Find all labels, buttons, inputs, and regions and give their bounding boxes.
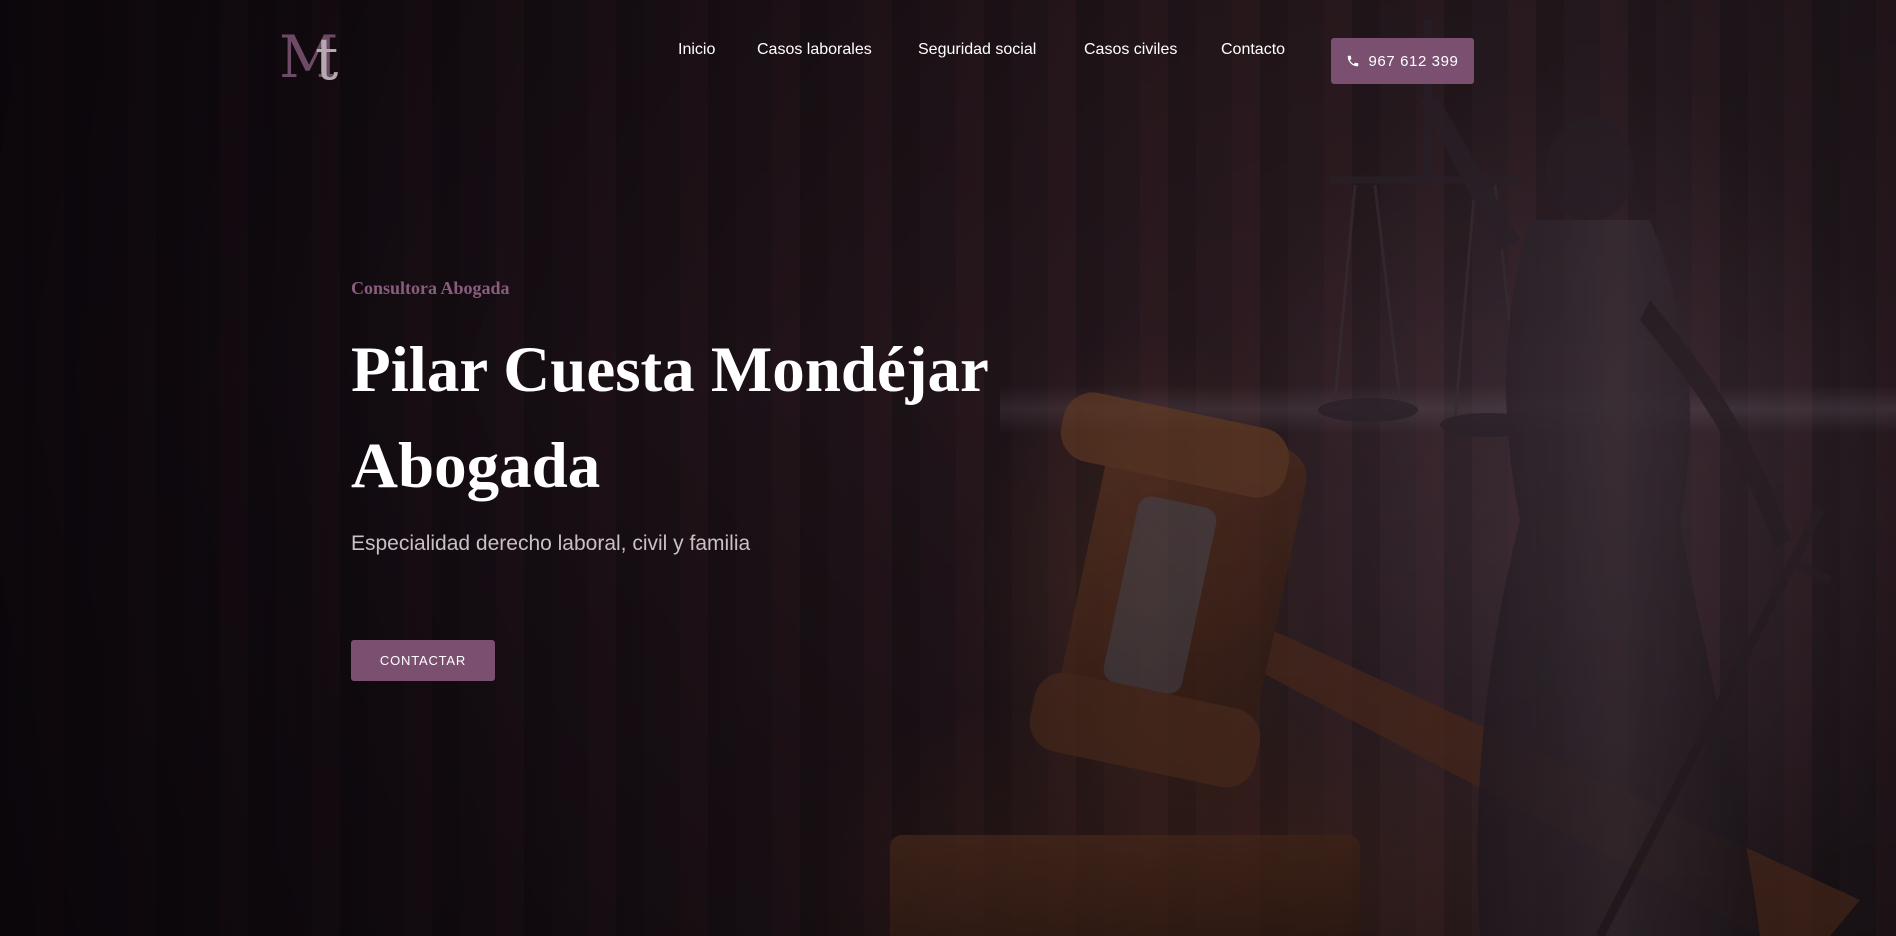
- hero-section: M t Inicio Casos laborales Seguridad soc…: [0, 0, 1896, 936]
- phone-button[interactable]: 967 612 399: [1331, 38, 1474, 84]
- contactar-button[interactable]: CONTACTAR: [351, 640, 495, 681]
- main-navigation: Inicio Casos laborales Seguridad social …: [0, 41, 1896, 74]
- hero-headline-line1: Pilar Cuesta Mondéjar: [351, 334, 989, 406]
- phone-icon: [1348, 55, 1359, 67]
- nav-item-contacto[interactable]: Contacto: [1221, 41, 1285, 59]
- phone-number-label: 967 612 399: [1368, 52, 1459, 70]
- hero-eyebrow: Consultora Abogada: [351, 278, 510, 298]
- hero-headline: Pilar Cuesta Mondéjar Abogada: [351, 322, 989, 514]
- nav-item-inicio[interactable]: Inicio: [678, 41, 715, 59]
- contactar-button-label: CONTACTAR: [379, 653, 467, 668]
- hero-headline-line2: Abogada: [351, 430, 601, 502]
- nav-item-casos-civiles[interactable]: Casos civiles: [1084, 41, 1177, 59]
- nav-item-seguridad-social[interactable]: Seguridad social: [918, 41, 1036, 59]
- nav-item-casos-laborales[interactable]: Casos laborales: [757, 41, 872, 59]
- hero-subtitle: Especialidad derecho laboral, civil y fa…: [351, 532, 751, 555]
